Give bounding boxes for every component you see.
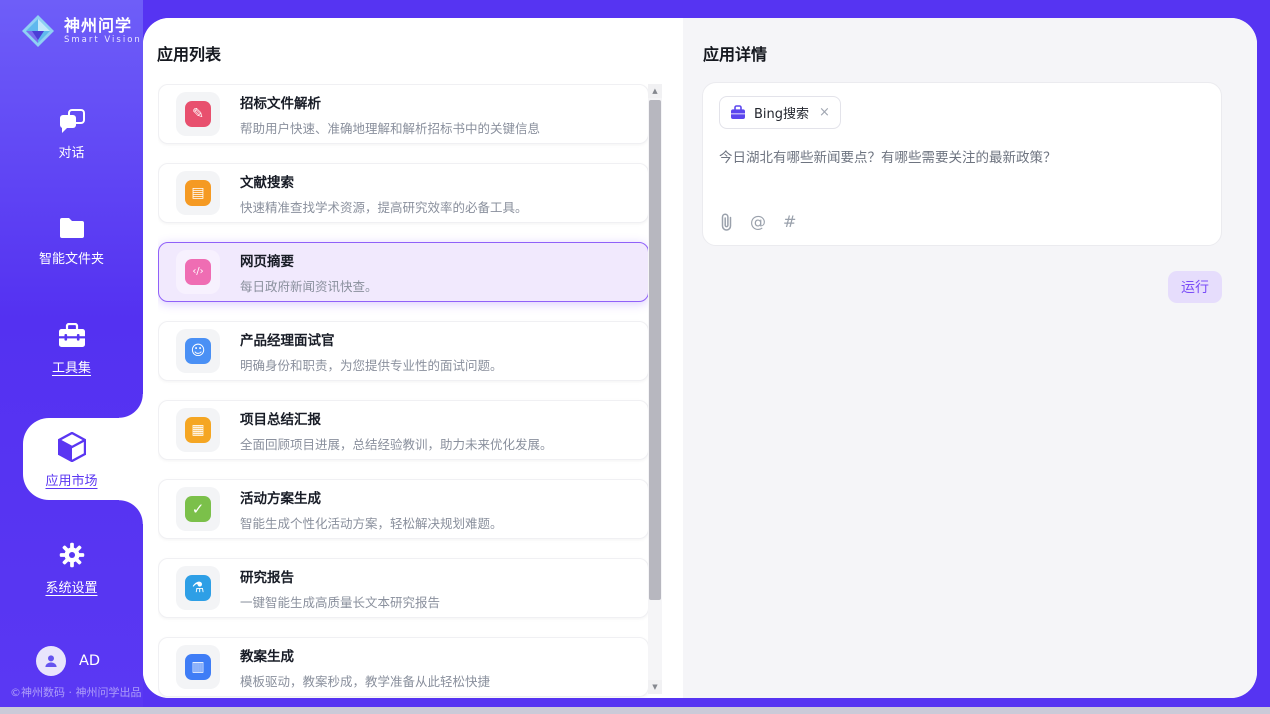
- hash-icon[interactable]: #: [783, 214, 796, 230]
- scroll-down-arrow-icon[interactable]: ▼: [648, 680, 662, 694]
- app-list: ✎ 招标文件解析 帮助用户快速、准确地理解和解析招标书中的关键信息 ▤ 文献搜索…: [158, 84, 649, 698]
- sidebar-item-app-market[interactable]: 应用市场: [0, 432, 143, 489]
- cube-icon: [58, 432, 86, 462]
- diamond-logo-icon: [20, 13, 56, 49]
- tool-tag-bing-search[interactable]: Bing搜索 ×: [719, 96, 841, 129]
- app-list-pane: 应用列表 ✎ 招标文件解析 帮助用户快速、准确地理解和解析招标书中的关键信息 ▤…: [143, 18, 683, 698]
- project-summary-icon: ▦: [185, 417, 211, 443]
- app-title: 研究报告: [240, 566, 440, 586]
- app-icon-box: ✓: [176, 487, 220, 531]
- app-description: 模板驱动，教案秒成，教学准备从此轻松快捷: [240, 671, 490, 690]
- app-icon-box: ‹/›: [176, 250, 220, 294]
- app-card[interactable]: ▦ 项目总结汇报 全面回顾项目进展，总结经验教训，助力未来优化发展。: [158, 400, 649, 460]
- app-description: 一键智能生成高质量长文本研究报告: [240, 592, 440, 611]
- sidebar-item-chat[interactable]: 对话: [0, 108, 143, 161]
- mention-at-icon[interactable]: @: [750, 214, 766, 230]
- app-title: 活动方案生成: [240, 487, 503, 507]
- sidebar-item-smart-folder[interactable]: 智能文件夹: [0, 216, 143, 267]
- app-description: 快速精准查找学术资源，提高研究效率的必备工具。: [240, 197, 528, 216]
- sidebar-item-settings[interactable]: 系统设置: [0, 541, 143, 596]
- app-icon-box: ▤: [176, 171, 220, 215]
- main-content: 应用列表 ✎ 招标文件解析 帮助用户快速、准确地理解和解析招标书中的关键信息 ▤…: [143, 18, 1257, 698]
- bid-parse-icon: ✎: [185, 101, 211, 127]
- avatar[interactable]: [36, 646, 66, 676]
- sidebar-item-label: 对话: [58, 142, 84, 161]
- app-icon-box: ☺: [176, 329, 220, 373]
- sidebar: 神州问学 Smart Vision 对话 智能文件夹: [0, 0, 143, 707]
- app-detail-pane: 应用详情 Bing搜索 × 今日湖北有哪些新闻要点？有哪些需要关注的最新政策？: [683, 18, 1257, 698]
- app-card[interactable]: ⚗ 研究报告 一键智能生成高质量长文本研究报告: [158, 558, 649, 618]
- app-icon-box: ✎: [176, 92, 220, 136]
- app-card[interactable]: ☺ 产品经理面试官 明确身份和职责，为您提供专业性的面试问题。: [158, 321, 649, 381]
- tool-tag-label: Bing搜索: [754, 103, 809, 122]
- sidebar-item-label: 工具集: [52, 357, 91, 376]
- app-title: 产品经理面试官: [240, 329, 503, 349]
- chat-icon: [58, 108, 86, 134]
- research-report-icon: ⚗: [185, 575, 211, 601]
- scrollbar[interactable]: ▲ ▼: [648, 84, 662, 694]
- sidebar-item-label: 系统设置: [45, 577, 97, 596]
- app-title: 项目总结汇报: [240, 408, 553, 428]
- app-description: 智能生成个性化活动方案，轻松解决规划难题。: [240, 513, 503, 532]
- web-summary-icon: ‹/›: [185, 259, 211, 285]
- gear-icon: [58, 541, 86, 569]
- lesson-plan-icon: ▥: [185, 654, 211, 680]
- briefcase-icon: [730, 105, 746, 120]
- app-description: 全面回顾项目进展，总结经验教训，助力未来优化发展。: [240, 434, 553, 453]
- app-icon-box: ▦: [176, 408, 220, 452]
- app-icon-box: ⚗: [176, 566, 220, 610]
- app-description: 帮助用户快速、准确地理解和解析招标书中的关键信息: [240, 118, 540, 137]
- app-title: 网页摘要: [240, 250, 378, 270]
- event-plan-icon: ✓: [185, 496, 211, 522]
- pm-interviewer-icon: ☺: [185, 338, 211, 364]
- app-icon-box: ▥: [176, 645, 220, 689]
- app-description: 每日政府新闻资讯快查。: [240, 276, 378, 295]
- paperclip-icon[interactable]: [720, 212, 733, 232]
- user-initials: AD: [79, 653, 100, 669]
- app-card[interactable]: ▤ 文献搜索 快速精准查找学术资源，提高研究效率的必备工具。: [158, 163, 649, 223]
- app-card[interactable]: ▥ 教案生成 模板驱动，教案秒成，教学准备从此轻松快捷: [158, 637, 649, 697]
- app-list-title: 应用列表: [157, 41, 221, 65]
- run-button[interactable]: 运行: [1168, 271, 1222, 303]
- brand-name: 神州问学: [64, 16, 142, 35]
- app-card[interactable]: ‹/› 网页摘要 每日政府新闻资讯快查。: [158, 242, 649, 302]
- sidebar-item-label: 应用市场: [45, 470, 97, 489]
- copyright-text: ©神州数码 · 神州问学出品: [10, 684, 142, 700]
- window-bottom-strip: [0, 707, 1270, 714]
- scrollbar-thumb[interactable]: [649, 100, 661, 600]
- sidebar-item-toolset[interactable]: 工具集: [0, 323, 143, 376]
- attachment-toolbar: @ #: [720, 212, 796, 232]
- toolbox-icon: [57, 323, 87, 349]
- prompt-card[interactable]: Bing搜索 × 今日湖北有哪些新闻要点？有哪些需要关注的最新政策？ @ #: [702, 82, 1222, 246]
- scroll-up-arrow-icon[interactable]: ▲: [648, 84, 662, 98]
- literature-search-icon: ▤: [185, 180, 211, 206]
- sidebar-item-label: 智能文件夹: [39, 248, 104, 267]
- app-description: 明确身份和职责，为您提供专业性的面试问题。: [240, 355, 503, 374]
- brand-subtitle: Smart Vision: [64, 35, 142, 46]
- app-card[interactable]: ✎ 招标文件解析 帮助用户快速、准确地理解和解析招标书中的关键信息: [158, 84, 649, 144]
- brand-logo: 神州问学 Smart Vision: [20, 13, 142, 49]
- app-title: 文献搜索: [240, 171, 528, 191]
- close-icon[interactable]: ×: [819, 105, 830, 120]
- app-card[interactable]: ✓ 活动方案生成 智能生成个性化活动方案，轻松解决规划难题。: [158, 479, 649, 539]
- query-text[interactable]: 今日湖北有哪些新闻要点？有哪些需要关注的最新政策？: [719, 148, 1205, 168]
- app-detail-title: 应用详情: [703, 41, 767, 65]
- app-title: 招标文件解析: [240, 92, 540, 112]
- folder-icon: [58, 216, 86, 240]
- user-account[interactable]: AD: [36, 646, 100, 676]
- app-title: 教案生成: [240, 645, 490, 665]
